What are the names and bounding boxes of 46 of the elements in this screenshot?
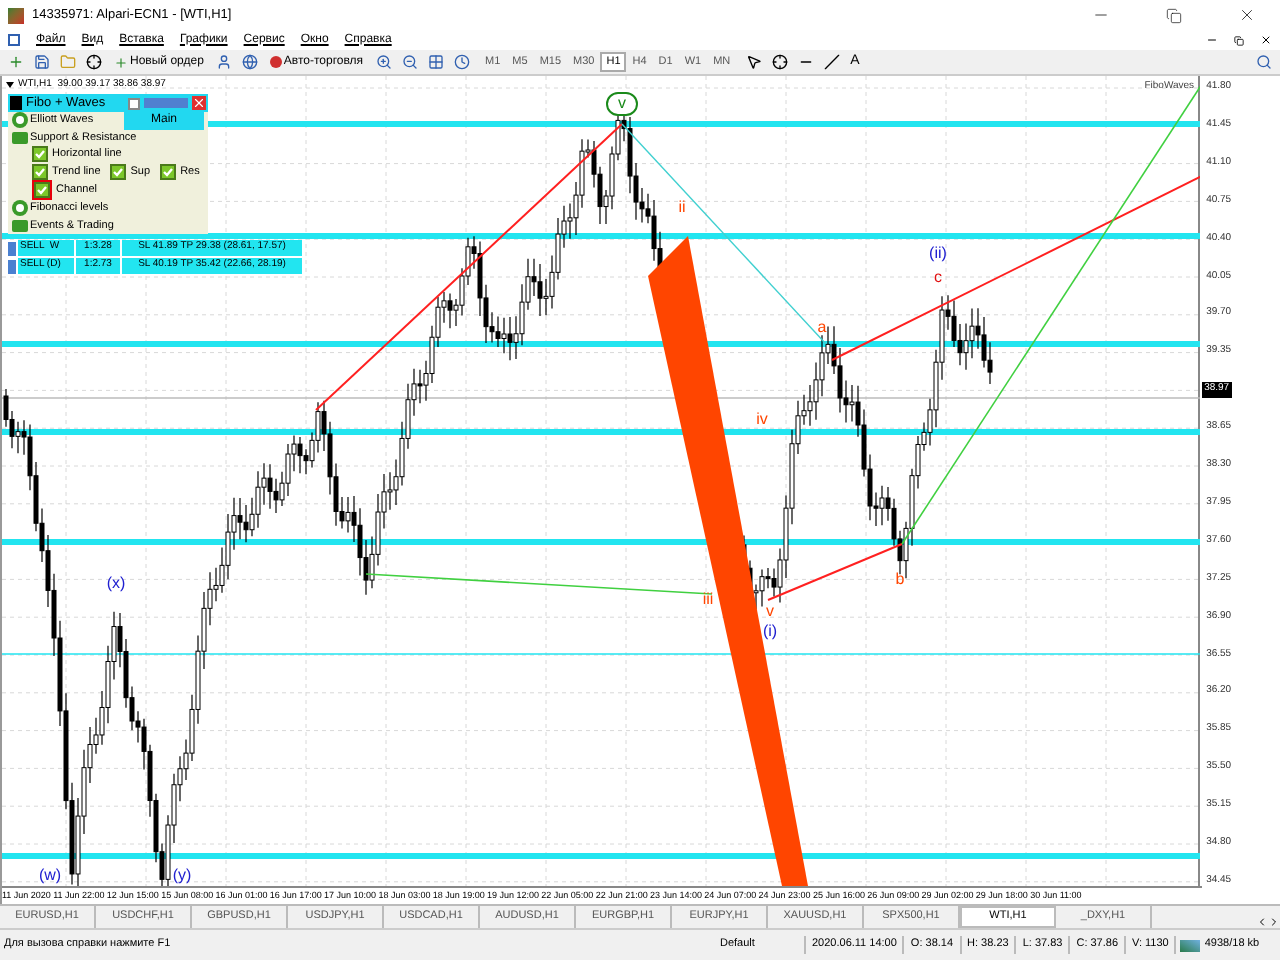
restore-icon[interactable] [1234, 35, 1244, 45]
grid-icon[interactable] [427, 54, 444, 70]
wave-label: a [815, 316, 829, 340]
expand-icon[interactable] [12, 200, 28, 217]
save-icon[interactable] [34, 54, 50, 70]
collapse-icon[interactable] [12, 219, 28, 232]
close-icon[interactable] [1260, 34, 1272, 46]
checkbox[interactable] [110, 163, 127, 180]
scroll-right-icon[interactable] [1268, 916, 1280, 928]
close-icon[interactable] [1238, 6, 1256, 24]
wave-label: (i) [760, 620, 780, 644]
panel-icon [10, 96, 22, 110]
wave-label: c [932, 266, 944, 290]
crosshair-icon[interactable] [772, 54, 789, 70]
clock-icon[interactable] [453, 54, 470, 70]
wave-label: iii [700, 588, 716, 612]
checkbox[interactable] [32, 146, 48, 163]
wave-label: ii [676, 196, 688, 220]
checkbox[interactable] [128, 97, 140, 109]
wave-label: b [893, 568, 907, 592]
add-icon [114, 55, 128, 69]
dropdown-icon[interactable] [6, 82, 14, 88]
expand-icon[interactable] [12, 112, 28, 129]
minimize-icon[interactable] [1206, 34, 1218, 46]
checkbox[interactable] [160, 163, 177, 180]
add-icon[interactable] [8, 54, 24, 70]
zoom-out-icon[interactable] [401, 54, 418, 70]
trend-line-icon[interactable] [824, 54, 841, 70]
collapse-icon[interactable] [12, 131, 28, 144]
globe-icon[interactable] [241, 54, 258, 70]
connection-icon [1180, 939, 1201, 951]
wave-label: (w) [36, 864, 64, 888]
cursor-icon[interactable] [746, 54, 763, 70]
scroll-left-icon[interactable] [1256, 916, 1268, 928]
app-icon [8, 7, 24, 23]
chart-icon [8, 34, 20, 46]
person-icon[interactable] [215, 54, 232, 70]
wave-label: iv [754, 408, 770, 432]
wave-label: (ii) [927, 242, 949, 266]
wave-label: (x) [104, 572, 128, 596]
search-icon[interactable] [1256, 54, 1272, 70]
checkbox[interactable] [32, 163, 48, 180]
wave-label: (y) [170, 864, 194, 888]
wave-label: v [606, 92, 638, 116]
wave-label: v [764, 600, 776, 624]
zoom-in-icon[interactable] [375, 54, 392, 70]
